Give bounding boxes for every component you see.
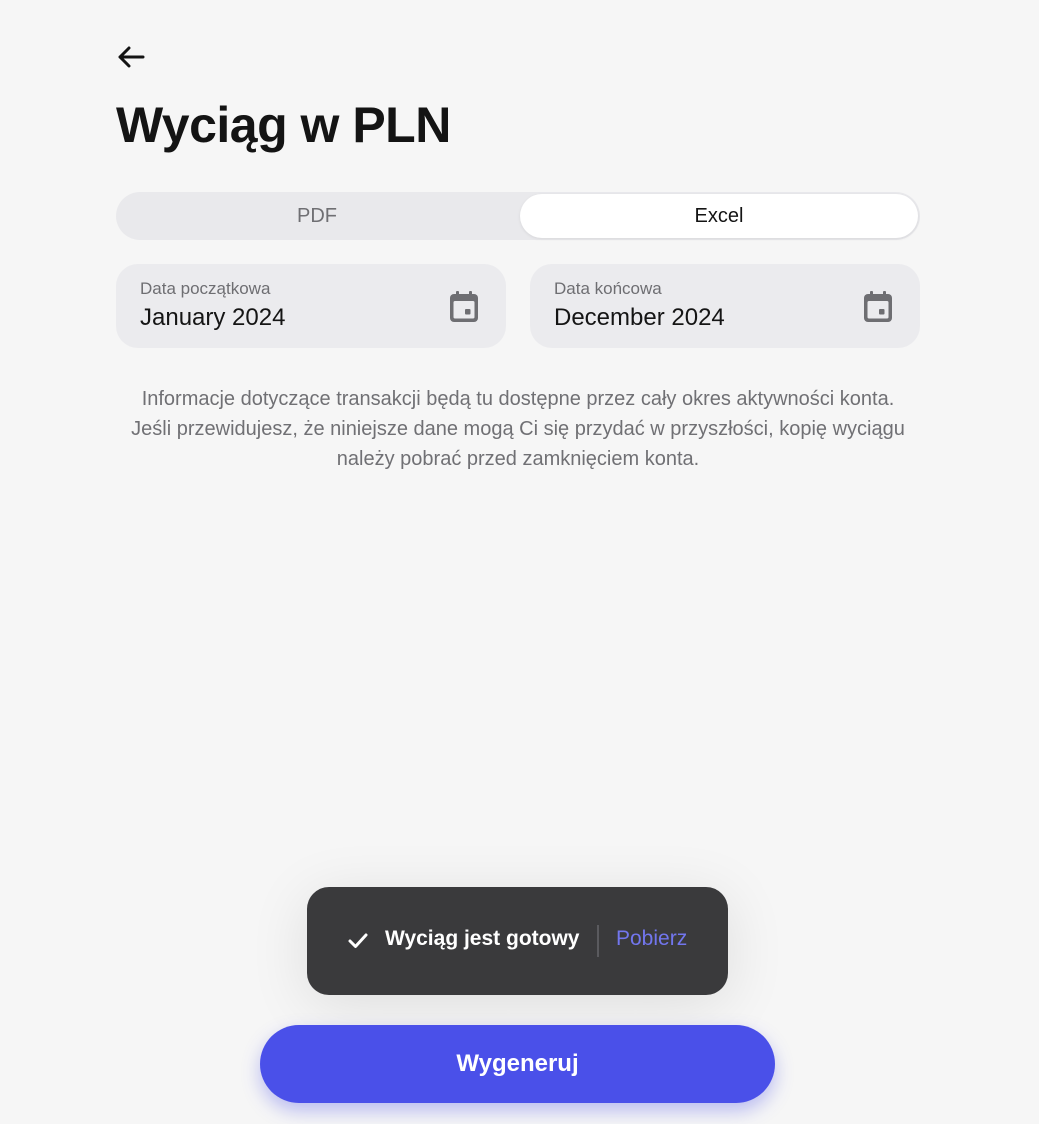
generate-button[interactable]: Wygeneruj (260, 1025, 775, 1103)
toast-message: Wyciąg jest gotowy (385, 927, 580, 950)
page-title: Wyciąg w PLN (116, 97, 451, 153)
start-date-value: January 2024 (140, 304, 286, 331)
start-date-label: Data początkowa (140, 279, 271, 298)
toast-notification: Wyciąg jest gotowy Pobierz (307, 887, 728, 995)
end-date-field[interactable]: Data końcowa December 2024 (530, 264, 920, 348)
download-link[interactable]: Pobierz (616, 927, 687, 951)
arrow-left-icon (118, 46, 145, 68)
back-button[interactable] (112, 38, 150, 76)
start-date-field[interactable]: Data początkowa January 2024 (116, 264, 506, 348)
tab-excel[interactable]: Excel (520, 194, 918, 238)
statement-page: Wyciąg w PLN PDF Excel Data początkowa J… (0, 0, 1039, 1124)
end-date-value: December 2024 (554, 304, 725, 331)
tab-pdf[interactable]: PDF (118, 194, 516, 238)
check-icon (348, 933, 368, 948)
end-date-label: Data końcowa (554, 279, 662, 298)
calendar-icon[interactable] (448, 290, 480, 324)
calendar-icon[interactable] (862, 290, 894, 324)
toast-divider (597, 925, 599, 957)
format-selector: PDF Excel (116, 192, 920, 240)
info-text: Informacje dotyczące transakcji będą tu … (131, 388, 905, 470)
